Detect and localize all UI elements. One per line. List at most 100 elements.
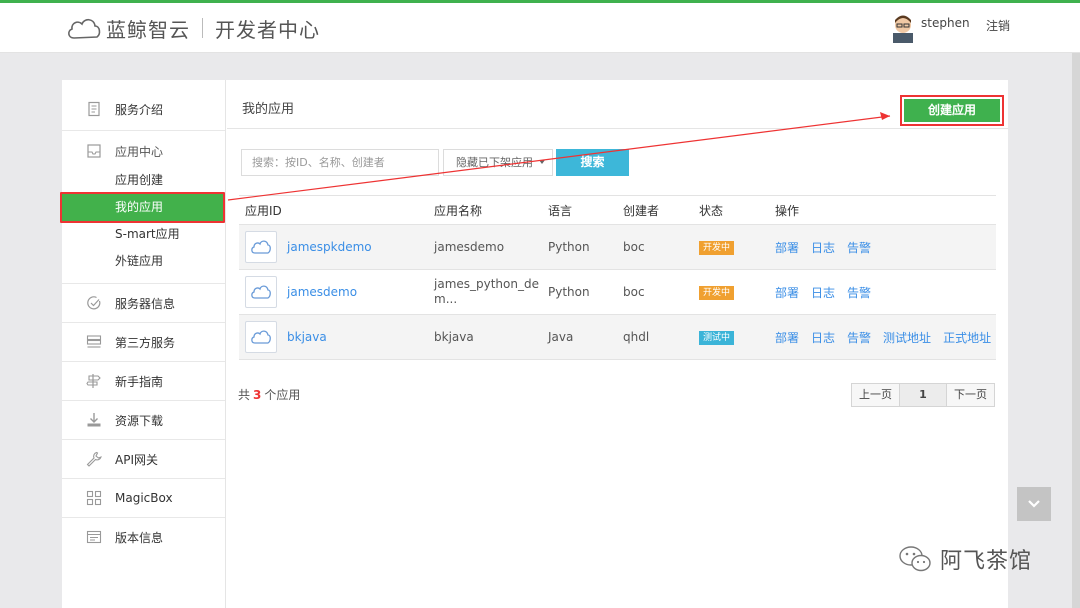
prod-url-link[interactable]: 正式地址 xyxy=(943,329,991,346)
logout-link[interactable]: 注销 xyxy=(986,17,1010,34)
sidebar-item-label: 服务器信息 xyxy=(115,296,176,311)
sidebar-subitem-app-create[interactable]: 应用创建 xyxy=(62,167,225,194)
cloud-logo-icon xyxy=(68,18,101,39)
sidebar-item-server-info[interactable]: 服务器信息 xyxy=(62,284,225,322)
chevron-down-icon xyxy=(539,160,545,164)
sidebar-group-server: 服务器信息 xyxy=(62,284,225,323)
app-id-link[interactable]: jamespkdemo xyxy=(287,240,372,254)
app-creator: boc xyxy=(623,285,645,299)
watermark: 阿飞茶馆 xyxy=(898,543,1032,575)
operations-cell: 部署 日志 告警 xyxy=(775,239,996,256)
sidebar-group-api: API网关 xyxy=(62,440,225,479)
app-name: james_python_de m... xyxy=(434,277,548,307)
content-card: 服务介绍 应用中心 应用创建 我的应用 S-mart应用 外链应用 服务器信息 … xyxy=(60,80,1008,608)
app-id-cell: jamespkdemo xyxy=(239,231,434,263)
document-icon xyxy=(88,101,100,117)
sidebar-item-label: MagicBox xyxy=(115,491,173,505)
app-language: Python xyxy=(548,285,590,299)
prev-page-button[interactable]: 上一页 xyxy=(851,383,900,407)
status-cell: 开发中 xyxy=(699,239,775,255)
title-divider xyxy=(227,128,1008,129)
watermark-text: 阿飞茶馆 xyxy=(940,549,1033,574)
wechat-icon xyxy=(899,546,931,572)
status-badge: 开发中 xyxy=(699,286,735,300)
deploy-link[interactable]: 部署 xyxy=(775,284,799,301)
header-creator: 创建者 xyxy=(623,203,660,218)
app-creator: boc xyxy=(623,240,645,254)
header-language: 语言 xyxy=(548,203,573,218)
app-id-link[interactable]: jamesdemo xyxy=(287,285,357,299)
sidebar-item-label: 版本信息 xyxy=(115,530,164,545)
sidebar-item-app-center[interactable]: 应用中心 xyxy=(62,135,225,167)
status-cell: 测试中 xyxy=(699,329,775,345)
sidebar-item-label: 应用中心 xyxy=(115,144,164,159)
cloud-app-icon[interactable] xyxy=(245,321,277,353)
total-count: 共 3 个应用 xyxy=(238,386,300,403)
logs-link[interactable]: 日志 xyxy=(811,239,835,256)
table-row: jamesdemo james_python_de m... Python boc… xyxy=(239,270,996,315)
sidebar-subitem-smart-apps[interactable]: S-mart应用 xyxy=(62,221,225,248)
logs-link[interactable]: 日志 xyxy=(811,329,835,346)
sidebar-item-api-gateway[interactable]: API网关 xyxy=(62,440,225,478)
app-language: Python xyxy=(548,240,590,254)
sidebar-item-service-intro[interactable]: 服务介绍 xyxy=(62,90,225,128)
sidebar-item-version[interactable]: 版本信息 xyxy=(62,518,225,556)
sidebar-group-guide: 新手指南 xyxy=(62,362,225,401)
table-row: jamespkdemo jamesdemo Python boc 开发中 部署 … xyxy=(239,225,996,270)
sidebar-item-label: 第三方服务 xyxy=(115,335,176,350)
sidebar-subitem-my-apps[interactable]: 我的应用 xyxy=(60,192,225,223)
server-icon xyxy=(86,335,102,348)
cloud-app-icon[interactable] xyxy=(245,231,277,263)
app-name-line1: james_python_de xyxy=(434,277,539,291)
page-number-button[interactable]: 1 xyxy=(900,383,947,407)
page-title: 我的应用 xyxy=(242,102,295,117)
chevron-down-icon xyxy=(1028,500,1040,508)
portal-title: 开发者中心 xyxy=(215,17,320,42)
app-id-link[interactable]: bkjava xyxy=(287,330,327,344)
alerts-link[interactable]: 告警 xyxy=(847,284,871,301)
sidebar-item-download[interactable]: 资源下载 xyxy=(62,401,225,439)
total-suffix: 个应用 xyxy=(264,388,301,402)
scroll-down-button[interactable] xyxy=(1017,487,1051,521)
sidebar-item-guide[interactable]: 新手指南 xyxy=(62,362,225,400)
filter-select[interactable]: 隐藏已下架应用 xyxy=(443,149,553,176)
table-row: bkjava bkjava Java qhdl 测试中 部署 日志 告警 测试地… xyxy=(239,315,996,360)
logo-divider xyxy=(202,18,203,38)
alerts-link[interactable]: 告警 xyxy=(847,239,871,256)
search-button[interactable]: 搜索 xyxy=(556,149,629,176)
next-page-button[interactable]: 下一页 xyxy=(947,383,995,407)
logs-link[interactable]: 日志 xyxy=(811,284,835,301)
status-cell: 开发中 xyxy=(699,284,775,300)
sidebar-item-label: 资源下载 xyxy=(115,413,164,428)
cloud-app-icon[interactable] xyxy=(245,276,277,308)
search-input[interactable]: 搜索：按ID、名称、创建者 xyxy=(241,149,439,176)
top-header: 蓝鲸智云 开发者中心 stephen 注销 xyxy=(0,3,1080,53)
sidebar-item-magicbox[interactable]: MagicBox xyxy=(62,479,225,517)
sidebar: 服务介绍 应用中心 应用创建 我的应用 S-mart应用 外链应用 服务器信息 … xyxy=(60,80,226,608)
app-language: Java xyxy=(548,330,574,344)
sidebar-subitem-external-apps[interactable]: 外链应用 xyxy=(62,248,225,275)
operations-cell: 部署 日志 告警 xyxy=(775,284,996,301)
app-creator: qhdl xyxy=(623,330,650,344)
sidebar-group-magicbox: MagicBox xyxy=(62,479,225,518)
total-number: 3 xyxy=(253,388,262,402)
alerts-link[interactable]: 告警 xyxy=(847,329,871,346)
deploy-link[interactable]: 部署 xyxy=(775,239,799,256)
filter-value: 隐藏已下架应用 xyxy=(456,156,533,169)
sidebar-item-label: API网关 xyxy=(115,452,158,467)
grid-icon xyxy=(86,490,102,506)
main-panel: 我的应用 创建应用 搜索：按ID、名称、创建者 隐藏已下架应用 搜索 应用ID … xyxy=(227,80,1008,608)
signpost-icon xyxy=(86,374,101,388)
pagination: 上一页 1 下一页 xyxy=(851,383,995,407)
deploy-link[interactable]: 部署 xyxy=(775,329,799,346)
brand-name: 蓝鲸智云 xyxy=(106,17,190,42)
create-app-button[interactable]: 创建应用 xyxy=(900,95,1004,126)
wrench-icon xyxy=(86,451,102,467)
app-name-line2: m... xyxy=(434,292,458,306)
sidebar-item-third-party[interactable]: 第三方服务 xyxy=(62,323,225,361)
avatar[interactable] xyxy=(889,13,917,43)
logo[interactable]: 蓝鲸智云 开发者中心 xyxy=(66,12,320,44)
window-edge xyxy=(1072,53,1080,608)
test-url-link[interactable]: 测试地址 xyxy=(883,329,931,346)
header-app-id: 应用ID xyxy=(245,203,282,218)
